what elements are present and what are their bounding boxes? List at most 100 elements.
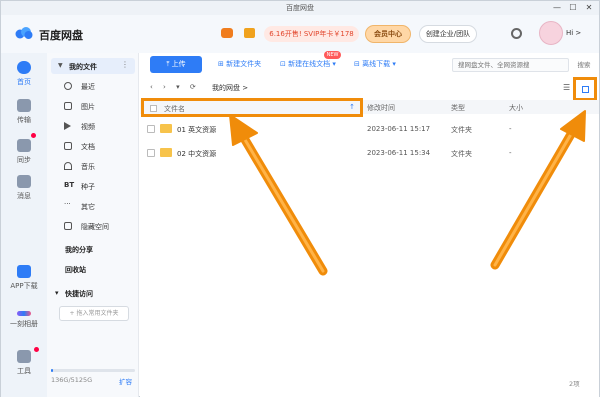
avatar[interactable] xyxy=(539,21,563,45)
file-type: 文件夹 xyxy=(451,126,472,134)
nav-arrows: ‹ › ▾ ⟳ xyxy=(150,83,204,95)
image-icon xyxy=(64,102,72,110)
row-checkbox[interactable] xyxy=(147,149,155,157)
nav-item-recent[interactable]: 最近 xyxy=(47,79,139,93)
table-row[interactable]: 01 英文资源 2023-06-11 15:17 文件夹 - xyxy=(140,119,599,141)
breadcrumb[interactable]: 我的网盘 > xyxy=(212,83,248,93)
item-count: 2项 xyxy=(569,380,580,388)
search-input[interactable] xyxy=(452,58,569,72)
nav-my-share[interactable]: 我的分享 xyxy=(65,245,93,255)
settings-icon[interactable] xyxy=(511,28,522,39)
lock-icon xyxy=(64,222,72,230)
headphones-icon xyxy=(64,162,72,170)
create-enterprise-button[interactable]: 创建企业/团队 xyxy=(419,25,477,43)
chevron-down-icon: ▼ xyxy=(58,62,63,69)
app-window: 百度网盘 — ☐ ✕ 百度网盘 6.16开售! SVIP年卡￥178 会员中心 … xyxy=(0,0,600,397)
file-size: - xyxy=(509,149,512,157)
rail-item-sync[interactable]: 同步 xyxy=(1,139,47,165)
nav-recycle-bin[interactable]: 回收站 xyxy=(65,265,86,275)
col-filename-header[interactable]: 文件名 ↑ xyxy=(141,98,363,117)
sync-icon xyxy=(17,139,31,152)
nav-item-hidden-space[interactable]: 隐藏空间 xyxy=(47,219,139,233)
nav-item-images[interactable]: 图片 xyxy=(47,99,139,113)
file-time: 2023-06-11 15:17 xyxy=(367,125,431,133)
rail-item-app-download[interactable]: APP下载 xyxy=(1,265,47,291)
nav-item-docs[interactable]: 文档 xyxy=(47,139,139,153)
col-type[interactable]: 类型 xyxy=(451,103,465,113)
baidu-cloud-logo-icon xyxy=(15,27,33,39)
promo-banner[interactable]: 6.16开售! SVIP年卡￥178 xyxy=(264,26,359,42)
back-icon[interactable]: ‹ xyxy=(150,83,153,91)
rail-item-home[interactable]: 首页 xyxy=(1,61,47,87)
clock-icon xyxy=(64,82,72,90)
chevron-down-icon: ▾ xyxy=(390,60,396,68)
nav-item-other[interactable]: ··· 其它 xyxy=(47,199,139,213)
refresh-icon[interactable]: ⟳ xyxy=(190,83,196,91)
new-badge: NEW xyxy=(324,51,341,59)
play-icon xyxy=(64,122,71,130)
title-bar: 百度网盘 — ☐ ✕ xyxy=(1,1,599,15)
table-row[interactable]: 02 中文资源 2023-06-11 15:34 文件夹 - xyxy=(140,143,599,165)
main-content: ⤒ 上传 ⊞ 新建文件夹 ⊡ 新建在线文档 ▾ NEW ⊟ 离线下载 ▾ 搜索 … xyxy=(140,51,599,397)
doc-plus-icon: ⊡ xyxy=(280,60,289,68)
col-size[interactable]: 大小 xyxy=(509,103,523,113)
rail-item-tools[interactable]: 工具 xyxy=(1,350,47,376)
file-name[interactable]: 02 中文资源 xyxy=(177,149,216,159)
search-button[interactable]: 搜索 xyxy=(573,58,595,72)
more-dots-icon: ··· xyxy=(64,200,71,208)
list-view-icon[interactable]: ☰ xyxy=(563,83,570,92)
transfer-icon xyxy=(17,99,31,112)
upload-button[interactable]: ⤒ 上传 xyxy=(150,56,202,73)
expand-storage-link[interactable]: 扩容 xyxy=(119,376,132,386)
home-icon xyxy=(17,61,31,74)
rail-item-messages[interactable]: 消息 xyxy=(1,175,47,201)
grid-view-button[interactable] xyxy=(573,77,597,101)
nav-my-files[interactable]: ▼ 我的文件 ⋮ xyxy=(51,58,135,74)
minimize-button[interactable]: — xyxy=(551,2,563,13)
nav-item-torrents[interactable]: BT 种子 xyxy=(47,179,139,193)
file-size: - xyxy=(509,125,512,133)
gift-icon[interactable] xyxy=(244,28,255,38)
document-icon xyxy=(64,142,72,150)
nav-quick-access[interactable]: 快捷访问 xyxy=(65,289,93,299)
select-all-checkbox[interactable] xyxy=(150,105,157,112)
new-folder-button[interactable]: ⊞ 新建文件夹 xyxy=(218,57,261,72)
window-title: 百度网盘 xyxy=(286,4,314,12)
sort-up-icon[interactable]: ↑ xyxy=(349,103,355,111)
chevron-down-icon: ▾ xyxy=(55,289,59,297)
dropdown-icon[interactable]: ▾ xyxy=(176,83,180,91)
storage-progress xyxy=(51,369,135,372)
maximize-button[interactable]: ☐ xyxy=(567,2,579,13)
file-name[interactable]: 01 英文资源 xyxy=(177,125,216,135)
add-quick-access-button[interactable]: + 拖入常用文件夹 xyxy=(59,306,129,321)
game-icon[interactable] xyxy=(221,28,233,38)
col-modified-time[interactable]: 修改时间 xyxy=(367,103,395,113)
top-header: 百度网盘 6.16开售! SVIP年卡￥178 会员中心 创建企业/团队 Hi … xyxy=(1,15,599,53)
nav-item-music[interactable]: 音乐 xyxy=(47,159,139,173)
rail-item-transfer[interactable]: 传输 xyxy=(1,99,47,125)
rail-item-album[interactable]: 一刻相册 xyxy=(1,305,47,329)
nav-item-videos[interactable]: 视频 xyxy=(47,119,139,133)
file-time: 2023-06-11 15:34 xyxy=(367,149,431,157)
phone-icon xyxy=(17,265,31,278)
greeting[interactable]: Hi > xyxy=(566,29,581,37)
vip-center-button[interactable]: 会员中心 xyxy=(365,25,411,43)
file-nav-panel: ▼ 我的文件 ⋮ 最近 图片 视频 文档 音乐 BT 种子 ··· 其它 隐藏空… xyxy=(47,53,139,397)
row-checkbox[interactable] xyxy=(147,125,155,133)
chevron-down-icon: ▾ xyxy=(330,60,336,68)
left-rail: 首页 传输 同步 消息 APP下载 一刻相册 工具 xyxy=(1,53,47,397)
bt-icon: BT xyxy=(64,181,75,189)
offline-download-button[interactable]: ⊟ 离线下载 ▾ xyxy=(354,57,396,72)
notification-dot xyxy=(31,133,36,138)
message-icon xyxy=(17,175,31,188)
folder-plus-icon: ⊞ xyxy=(218,60,227,68)
grid-view-icon xyxy=(582,86,589,93)
folder-icon xyxy=(160,148,172,157)
file-type: 文件夹 xyxy=(451,150,472,158)
new-online-doc-button[interactable]: ⊡ 新建在线文档 ▾ xyxy=(280,57,336,72)
forward-icon[interactable]: › xyxy=(163,83,166,91)
download-icon: ⊟ xyxy=(354,60,363,68)
app-name: 百度网盘 xyxy=(39,29,83,42)
close-button[interactable]: ✕ xyxy=(583,2,595,13)
more-icon[interactable]: ⋮ xyxy=(121,60,129,69)
